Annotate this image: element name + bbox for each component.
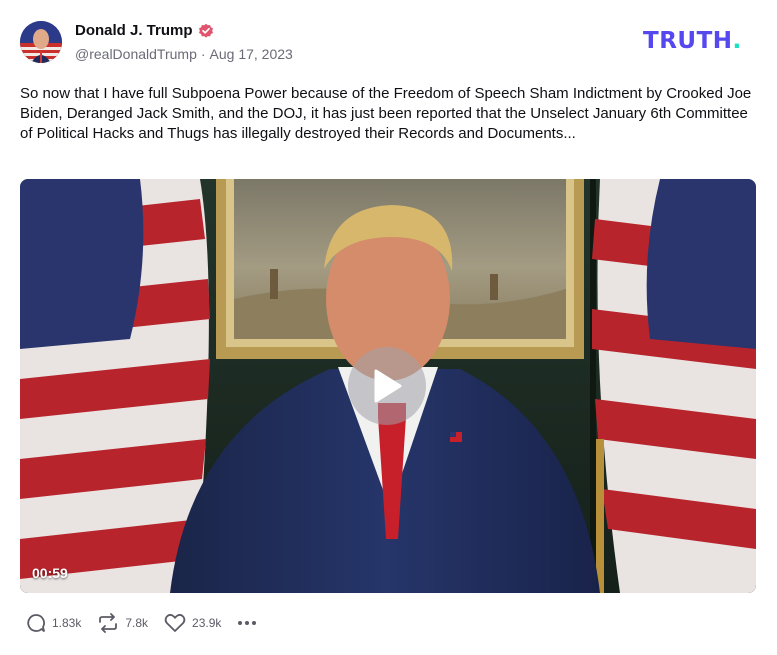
- meta-separator: ·: [200, 46, 206, 62]
- author-display-name[interactable]: Donald J. Trump: [75, 22, 193, 39]
- more-icon: [238, 621, 257, 625]
- post-date[interactable]: Aug 17, 2023: [210, 46, 293, 62]
- logo-dot: .: [732, 28, 742, 54]
- play-button[interactable]: [348, 347, 426, 425]
- post-meta: @realDonaldTrump · Aug 17, 2023: [75, 46, 293, 62]
- author-name-row: Donald J. Trump: [75, 22, 214, 39]
- post-text: So now that I have full Subpoena Power b…: [20, 85, 752, 142]
- author-handle[interactable]: @realDonaldTrump: [75, 46, 197, 62]
- avatar[interactable]: [20, 21, 62, 63]
- heart-icon: [164, 614, 186, 632]
- avatar-image: [20, 21, 62, 63]
- logo-text: TRUTH: [643, 28, 733, 54]
- reply-icon: [27, 614, 45, 632]
- like-count: 23.9k: [192, 616, 222, 630]
- retruth-icon: [99, 613, 118, 633]
- reply-button[interactable]: 1.83k: [26, 613, 81, 633]
- verified-badge-icon: [198, 23, 214, 39]
- reply-count: 1.83k: [52, 616, 82, 630]
- like-button[interactable]: 23.9k: [164, 613, 221, 633]
- more-button[interactable]: [237, 620, 257, 626]
- post-actions: 1.83k 7.8k 23.9k: [26, 613, 257, 633]
- retruth-count: 7.8k: [125, 616, 149, 630]
- video-duration: 00:59: [32, 565, 68, 581]
- truth-post: Donald J. Trump @realDonaldTrump · Aug 1…: [0, 0, 777, 655]
- video-player[interactable]: 00:59: [20, 179, 756, 593]
- retruth-button[interactable]: 7.8k: [97, 613, 148, 633]
- play-icon: [374, 369, 402, 403]
- truth-social-logo[interactable]: TRUTH.: [643, 28, 742, 54]
